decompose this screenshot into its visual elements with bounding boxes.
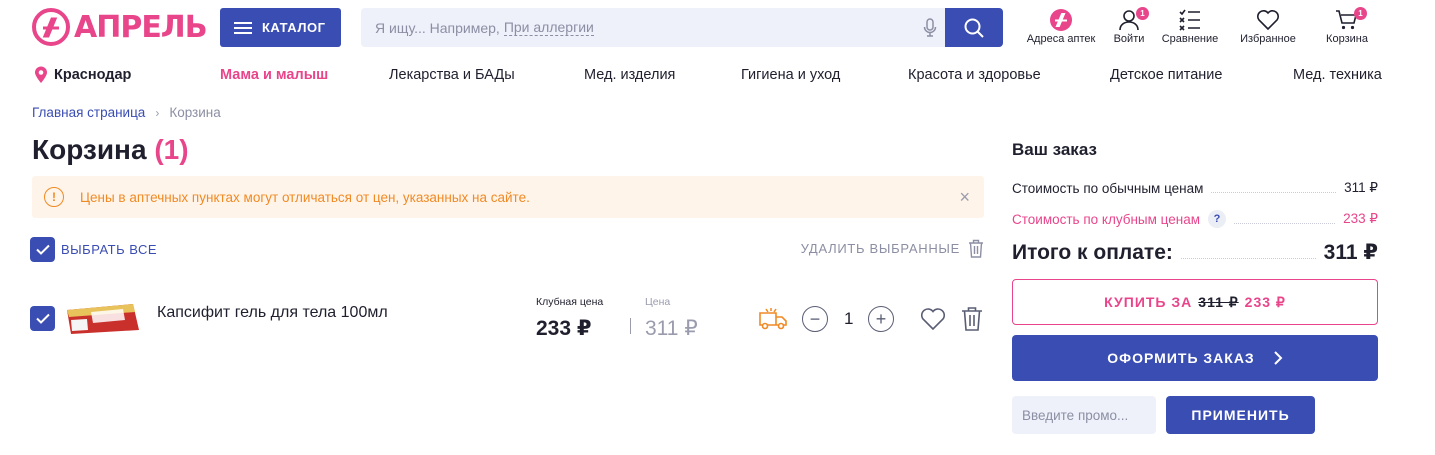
- category-hygiene[interactable]: Гигиена и уход: [741, 67, 840, 83]
- order-summary: Ваш заказ Стоимость по обычным ценам 311…: [1012, 140, 1378, 264]
- delivery-truck-icon: [758, 306, 788, 337]
- search-placeholder: Я ищу... Например,: [375, 19, 500, 36]
- microphone-icon[interactable]: [915, 8, 945, 47]
- trash-icon: [969, 239, 983, 258]
- category-medical-products[interactable]: Мед. изделия: [584, 67, 675, 83]
- close-icon[interactable]: ×: [959, 187, 970, 208]
- select-all[interactable]: ВЫБРАТЬ ВСЕ: [30, 237, 157, 262]
- total-row: Итого к оплате: 311 ₽: [1012, 240, 1378, 265]
- club-price-label: Клубная цена: [536, 296, 604, 308]
- category-medical-equipment[interactable]: Мед. техника: [1293, 67, 1382, 83]
- summary-title: Ваш заказ: [1012, 140, 1097, 159]
- club-cost-value: 233 ₽: [1343, 211, 1378, 226]
- cart-count: (1): [154, 134, 189, 165]
- site-logo[interactable]: АПРЕЛЬ: [32, 8, 208, 46]
- increase-quantity-button[interactable]: +: [868, 306, 894, 332]
- item-checkbox[interactable]: [30, 306, 55, 331]
- search-bar: Я ищу... Например, При аллергии: [361, 8, 1003, 47]
- club-cost-row: Стоимость по клубным ценам ? 233 ₽: [1012, 210, 1378, 228]
- price-divider: [630, 318, 631, 334]
- chevron-right-icon: [1273, 351, 1283, 365]
- quantity-value: 1: [844, 309, 854, 328]
- logo-icon: [32, 8, 70, 46]
- notice-text: Цены в аптечных пунктах могут отличаться…: [80, 189, 530, 205]
- category-beauty[interactable]: Красота и здоровье: [908, 67, 1041, 83]
- club-price: 233 ₽: [536, 317, 592, 340]
- decrease-quantity-button[interactable]: −: [802, 306, 828, 332]
- compare-icon: [1178, 7, 1202, 33]
- delete-selected-button[interactable]: УДАЛИТЬ ВЫБРАННЫЕ: [801, 239, 984, 258]
- catalog-button[interactable]: КАТАЛОГ: [220, 8, 341, 47]
- nav-login[interactable]: 1 Войти: [1104, 7, 1154, 45]
- product-name[interactable]: Капсифит гель для тела 100мл: [157, 304, 388, 322]
- price-label: Цена: [645, 296, 671, 308]
- login-badge: 1: [1136, 7, 1149, 20]
- help-icon[interactable]: ?: [1208, 210, 1226, 228]
- category-bar: Краснодар Мама и малыш Лекарства и БАДы …: [34, 66, 1389, 86]
- cart-badge: 1: [1354, 7, 1367, 20]
- regular-cost-value: 311 ₽: [1344, 180, 1378, 195]
- location-pin-icon: [35, 66, 47, 83]
- cart-item: Капсифит гель для тела 100мл Клубная цен…: [30, 296, 986, 356]
- nav-compare[interactable]: Сравнение: [1154, 7, 1226, 45]
- nav-cart[interactable]: 1 Корзина: [1310, 7, 1384, 45]
- breadcrumb-home[interactable]: Главная страница: [32, 105, 145, 120]
- search-suggestion-link[interactable]: При аллергии: [503, 19, 594, 36]
- regular-price: 311 ₽: [645, 317, 698, 340]
- nav-pharmacies[interactable]: Адреса аптек: [1018, 7, 1104, 45]
- product-image[interactable]: [63, 300, 171, 336]
- search-button[interactable]: [945, 8, 1003, 47]
- select-all-label: ВЫБРАТЬ ВСЕ: [61, 242, 158, 257]
- catalog-label: КАТАЛОГ: [262, 20, 326, 35]
- user-icon: 1: [1117, 7, 1149, 33]
- apply-promo-button[interactable]: ПРИМЕНИТЬ: [1166, 396, 1315, 434]
- checkmark-icon: [35, 313, 50, 324]
- breadcrumb: Главная страница › Корзина: [32, 105, 221, 120]
- page-title: Корзина (1): [32, 134, 189, 165]
- category-medicines[interactable]: Лекарства и БАДы: [389, 67, 515, 83]
- total-value: 311 ₽: [1323, 241, 1378, 264]
- buy-club-price-button[interactable]: КУПИТЬ ЗА 311 ₽ 233 ₽: [1012, 279, 1378, 325]
- select-all-checkbox[interactable]: [30, 237, 55, 262]
- cart-icon: 1: [1335, 7, 1367, 33]
- checkout-button[interactable]: ОФОРМИТЬ ЗАКАЗ: [1012, 335, 1378, 381]
- top-nav: Адреса аптек 1 Войти Сравнение Избранное…: [1018, 7, 1384, 45]
- menu-icon: [234, 21, 252, 34]
- heart-icon: [1256, 7, 1280, 33]
- category-baby-food[interactable]: Детское питание: [1110, 67, 1222, 83]
- promo-code-input[interactable]: [1012, 396, 1156, 434]
- logo-text: АПРЕЛЬ: [74, 9, 208, 45]
- checkmark-icon: [35, 244, 50, 255]
- regular-cost-row: Стоимость по обычным ценам 311 ₽: [1012, 180, 1378, 196]
- pharmacy-logo-icon: [1049, 7, 1073, 33]
- category-mother-baby[interactable]: Мама и малыш: [220, 67, 328, 83]
- delete-item-trash-icon[interactable]: [961, 306, 983, 337]
- chevron-right-icon: ›: [155, 105, 160, 120]
- price-notice: ! Цены в аптечных пунктах могут отличать…: [32, 176, 984, 218]
- favorite-heart-icon[interactable]: [920, 307, 946, 336]
- city-selector[interactable]: Краснодар: [34, 66, 131, 84]
- breadcrumb-current: Корзина: [169, 105, 221, 120]
- search-input[interactable]: Я ищу... Например, При аллергии: [361, 8, 915, 47]
- warning-icon: !: [44, 187, 64, 207]
- nav-favorites[interactable]: Избранное: [1226, 7, 1310, 45]
- search-icon: [964, 18, 984, 38]
